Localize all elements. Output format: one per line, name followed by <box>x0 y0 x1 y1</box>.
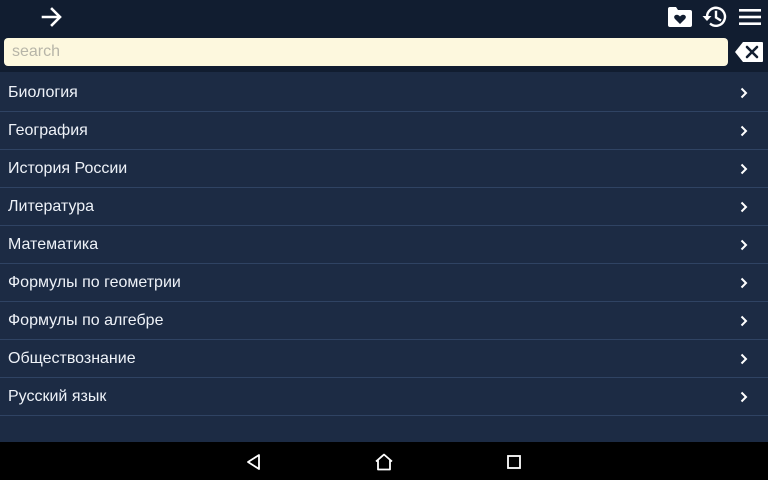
history-icon[interactable] <box>700 3 730 31</box>
app-window: Биология География История России Литератур… <box>0 0 768 480</box>
chevron-right-icon <box>740 86 748 104</box>
list-item-label: Обществознание <box>8 349 136 367</box>
chevron-right-icon <box>740 162 748 180</box>
chevron-right-icon <box>740 200 748 218</box>
subject-list: Биология География История России Литератур… <box>0 74 768 416</box>
list-item-label: Математика <box>8 235 99 253</box>
list-item[interactable]: Биология <box>0 74 768 112</box>
list-item[interactable]: География <box>0 112 768 150</box>
list-item[interactable]: Формулы по геометрии <box>0 264 768 302</box>
list-item-label: Литература <box>8 197 95 215</box>
arrow-right-icon[interactable] <box>38 4 66 30</box>
list-item-label: История России <box>8 159 128 177</box>
list-item-label: Биология <box>8 83 78 101</box>
search-bar <box>0 34 768 72</box>
list-item[interactable]: История России <box>0 150 768 188</box>
nav-back-icon[interactable] <box>243 451 265 473</box>
list-item[interactable]: Обществознание <box>0 340 768 378</box>
list-item[interactable]: Русский язык <box>0 378 768 416</box>
backspace-clear-icon[interactable] <box>734 39 764 65</box>
search-input[interactable] <box>4 38 728 66</box>
folder-heart-icon[interactable] <box>666 4 694 30</box>
chevron-right-icon <box>740 124 748 142</box>
list-item-label: Формулы по алгебре <box>8 311 164 329</box>
list-item-label: География <box>8 121 88 139</box>
list-item[interactable]: Математика <box>0 226 768 264</box>
chevron-right-icon <box>740 352 748 370</box>
nav-recents-icon[interactable] <box>503 451 525 473</box>
list-item-label: Русский язык <box>8 387 107 405</box>
top-toolbar <box>0 0 768 34</box>
chevron-right-icon <box>740 314 748 332</box>
chevron-right-icon <box>740 276 748 294</box>
list-item[interactable]: Литература <box>0 188 768 226</box>
system-navigation-bar <box>0 442 768 480</box>
chevron-right-icon <box>740 238 748 256</box>
chevron-right-icon <box>740 390 748 408</box>
nav-home-icon[interactable] <box>373 451 395 473</box>
hamburger-menu-icon[interactable] <box>736 5 764 29</box>
list-item-label: Формулы по геометрии <box>8 273 181 291</box>
list-item[interactable]: Формулы по алгебре <box>0 302 768 340</box>
